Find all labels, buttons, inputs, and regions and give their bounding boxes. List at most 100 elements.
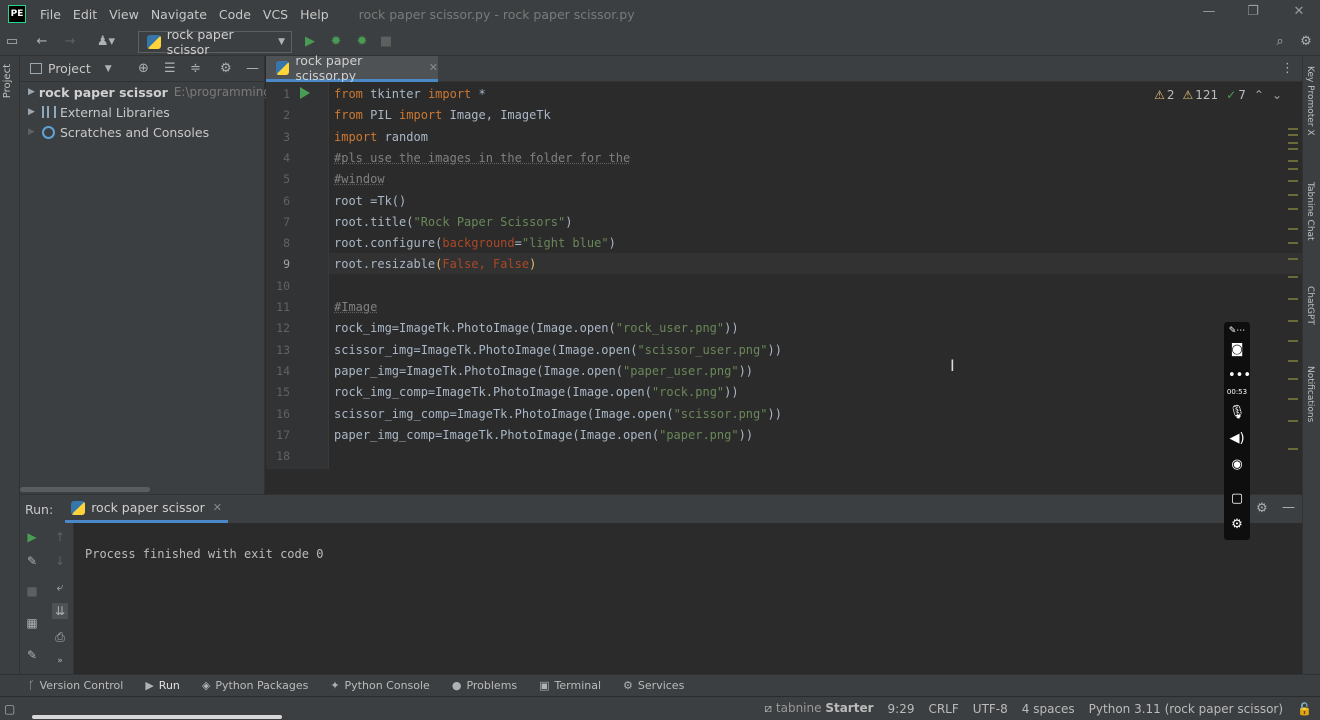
window-icon[interactable]: ▢ (1228, 490, 1246, 508)
error-stripe[interactable] (1288, 108, 1298, 468)
tool-python-console[interactable]: ✦ Python Console (330, 679, 430, 692)
menu-file[interactable]: File (40, 7, 61, 22)
code-line[interactable]: paper_img=ImageTk.PhotoImage(Image.open(… (334, 364, 753, 378)
tab-rock-paper-scissor-py[interactable]: rock paper scissor.py ✕ (266, 53, 438, 83)
menu-view[interactable]: View (109, 7, 139, 22)
pin-icon[interactable]: ✎ (24, 647, 40, 663)
search-icon[interactable]: ⌕ (1272, 34, 1288, 50)
down-arrow-icon[interactable]: ↓ (52, 553, 68, 569)
code-line[interactable]: #window (334, 172, 385, 186)
run-gutter-icon[interactable] (300, 87, 310, 99)
code-line[interactable]: #pls use the images in the folder for th… (334, 151, 630, 165)
tree-item-external-libraries[interactable]: ▶ External Libraries (20, 102, 264, 122)
gear-icon[interactable]: ⚙ (220, 61, 232, 76)
project-panel-title[interactable]: Project (48, 61, 91, 76)
chevron-up-icon[interactable]: ⌃ (1254, 88, 1264, 102)
restore-button[interactable]: ❐ (1238, 4, 1268, 24)
code-line[interactable]: root.resizable(False, False) (334, 257, 536, 271)
hide-icon[interactable]: — (1282, 500, 1295, 515)
hide-icon[interactable]: — (246, 61, 259, 76)
layout-icon[interactable]: ▦ (24, 615, 40, 631)
tool-services[interactable]: ⚙ Services (623, 679, 684, 692)
code-line[interactable]: from PIL import Image, ImageTk (334, 108, 551, 122)
close-tab-icon[interactable]: ✕ (213, 501, 222, 514)
inspection-widget[interactable]: ⚠ 2 ⚠ 121 ✓ 7 ⌃ ⌄ (1154, 88, 1282, 102)
menu-navigate[interactable]: Navigate (151, 7, 207, 22)
code-line[interactable]: #Image (334, 300, 377, 314)
minimize-button[interactable]: — (1194, 4, 1224, 24)
settings-icon[interactable]: ⚙ (1298, 34, 1314, 50)
camera-icon[interactable]: ◙ (1228, 341, 1246, 359)
more-icon[interactable]: » (52, 653, 68, 669)
code-line[interactable]: scissor_img_comp=ImageTk.PhotoImage(Imag… (334, 407, 782, 421)
pencil-icon[interactable]: ✎⋯ (1228, 322, 1246, 340)
menu-vcs[interactable]: VCS (263, 7, 288, 22)
run-tab[interactable]: rock paper scissor ✕ (65, 495, 229, 523)
tool-problems[interactable]: ● Problems (452, 679, 517, 692)
code-line[interactable]: rock_img=ImageTk.PhotoImage(Image.open("… (334, 321, 739, 335)
tool-terminal[interactable]: ▣ Terminal (539, 679, 601, 692)
tree-item-root[interactable]: ▶ rock paper scissor E:\programming (20, 82, 271, 102)
tool-version-control[interactable]: ᚴ Version Control (28, 679, 123, 692)
key-promoter-button[interactable]: Key Promoter X (1305, 66, 1315, 136)
back-icon[interactable]: ← (34, 34, 50, 50)
tabnine-chat-button[interactable]: Tabnine Chat (1305, 182, 1315, 241)
close-tab-icon[interactable]: ✕ (429, 61, 438, 74)
tree-item-scratches[interactable]: ▶ Scratches and Consoles (20, 122, 264, 142)
python-interpreter[interactable]: Python 3.11 (rock paper scissor) (1089, 702, 1283, 716)
coverage-icon[interactable]: ✹ (354, 34, 370, 50)
chatgpt-button[interactable]: ChatGPT (1305, 286, 1315, 325)
horizontal-scrollbar[interactable] (20, 487, 150, 492)
wrench-icon[interactable]: ✎ (24, 553, 40, 569)
caret-position[interactable]: 9:29 (888, 702, 915, 716)
locate-icon[interactable]: ⊕ (138, 61, 149, 76)
code-line[interactable]: rock_img_comp=ImageTk.PhotoImage(Image.o… (334, 385, 739, 399)
print-icon[interactable]: ⎙ (52, 629, 68, 645)
layout-toggle-icon[interactable]: ▢ (4, 702, 15, 716)
lock-icon[interactable]: 🔓 (1297, 702, 1312, 716)
menu-code[interactable]: Code (219, 7, 251, 22)
settings-icon[interactable]: ⚙ (1228, 516, 1246, 534)
code-line[interactable]: import random (334, 130, 428, 144)
forward-icon[interactable]: → (62, 34, 78, 50)
rerun-icon[interactable]: ▶ (24, 529, 40, 545)
microphone-icon[interactable]: 🎙 (1228, 404, 1246, 422)
code-line[interactable]: scissor_img=ImageTk.PhotoImage(Image.ope… (334, 343, 782, 357)
code-editor[interactable]: 1 2 3 4 5 6 7 8 9 10 11 12 13 14 15 16 17 18 from tkinter… (266, 82, 1302, 469)
chevron-right-icon[interactable]: ▶ (28, 107, 42, 117)
soft-wrap-icon[interactable]: ⤶ (52, 579, 68, 595)
tool-python-packages[interactable]: ◈ Python Packages (202, 679, 308, 692)
line-separator[interactable]: CRLF (928, 702, 958, 716)
tabnine-status[interactable]: ⧄ tabnine Starter (764, 701, 873, 716)
speaker-icon[interactable]: ◀) (1228, 430, 1246, 448)
code-line[interactable]: root.title("Rock Paper Scissors") (334, 215, 572, 229)
user-icon[interactable]: ♟▾ (94, 34, 118, 50)
close-window-button[interactable]: ✕ (1284, 4, 1314, 24)
menu-edit[interactable]: Edit (73, 7, 97, 22)
stop-icon[interactable]: ■ (24, 583, 40, 599)
gear-icon[interactable]: ⚙ (1256, 501, 1268, 516)
file-encoding[interactable]: UTF-8 (973, 702, 1008, 716)
run-config-selector[interactable]: rock paper scissor ▼ (138, 27, 292, 57)
tool-run[interactable]: ▶ Run (145, 679, 180, 692)
code-line[interactable]: from tkinter import * (334, 87, 486, 101)
open-folder-icon[interactable]: ▭ (4, 34, 20, 50)
more-icon[interactable]: ⋮ (1281, 61, 1294, 76)
scroll-to-end-icon[interactable]: ⇊ (52, 603, 68, 619)
more-icon[interactable]: ••• (1228, 367, 1251, 385)
code-line[interactable]: root =Tk() (334, 194, 406, 208)
chevron-down-icon[interactable]: ⌄ (1272, 88, 1282, 102)
menu-help[interactable]: Help (300, 7, 329, 22)
notifications-button[interactable]: Notifications (1305, 366, 1315, 422)
collapse-all-icon[interactable]: ≑ (190, 61, 201, 76)
stop-icon[interactable]: ■ (378, 34, 394, 50)
debug-icon[interactable]: ✹ (328, 34, 344, 50)
expand-all-icon[interactable]: ☰ (164, 61, 176, 76)
chevron-right-icon[interactable]: ▶ (28, 87, 35, 97)
webcam-icon[interactable]: ◉ (1228, 456, 1246, 474)
run-icon[interactable]: ▶ (302, 34, 318, 50)
indent-setting[interactable]: 4 spaces (1022, 702, 1075, 716)
chevron-down-icon[interactable]: ▼ (105, 64, 112, 74)
code-line[interactable]: root.configure(background="light blue") (334, 236, 616, 250)
code-line[interactable]: paper_img_comp=ImageTk.PhotoImage(Image.… (334, 428, 753, 442)
